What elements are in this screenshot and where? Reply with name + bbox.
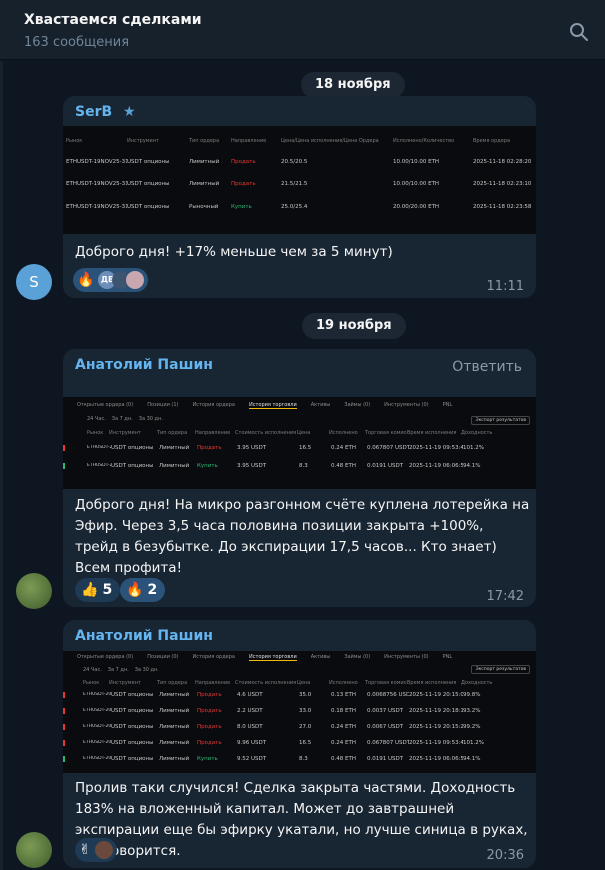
table-header: Рынок Инструмент Тип ордера Направление … (87, 430, 493, 436)
message-bubble[interactable]: Анатолий Пашин Ответить Открытые ордера … (63, 349, 536, 607)
table-row: ETHUSDT-19NOV25-3100-C USDT опционы Рыно… (66, 204, 532, 210)
sender-name[interactable]: Анатолий Пашин (75, 357, 213, 373)
reply-button[interactable]: Ответить (452, 359, 522, 375)
table-row: ETHUSDT-20NOV25-2915-P USDT опционы Лими… (63, 740, 536, 746)
message-bubble[interactable]: Анатолий Пашин Открытые ордера (0) Позиц… (63, 620, 536, 868)
reaction-fire[interactable]: 🔥 ДВ (73, 268, 149, 292)
table-header: Рынок Инструмент Тип ордера Направление … (66, 138, 511, 144)
message-text: Доброго дня! На микро разгонном счёте ку… (75, 497, 530, 576)
reaction-fire[interactable]: 🔥 2 (120, 578, 166, 602)
reaction-count: 5 (102, 582, 113, 598)
table-row: ETHUSDT-19NOV25-3100-C USDT опционы Лими… (66, 181, 532, 187)
thumbs-up-emoji-icon: 👍 (81, 582, 99, 598)
screenshot-filters: 24 Час. За 7 дн. За 30 дн. (83, 667, 159, 673)
avatar[interactable] (16, 573, 52, 609)
reaction-thumbs-up[interactable]: 👍 5 (75, 578, 121, 602)
table-row: ETHUSDT-20NOV25-2915-P USDT опционы Лими… (63, 708, 536, 714)
reaction-count: 2 (147, 582, 158, 598)
search-icon[interactable] (569, 22, 589, 42)
avatar[interactable]: S (16, 264, 52, 300)
table-row: ETHUSDT-20NOV25-2915-P USDT опционы Лими… (63, 756, 536, 762)
reaction-victory[interactable]: ✌ (75, 838, 117, 862)
message-time: 20:36 (486, 848, 524, 863)
date-separator: 18 ноября (301, 72, 405, 98)
table-row: ETHUSDT-20NOV25-2915-P USDT опционы Лими… (63, 724, 536, 730)
table-row: ETHUSDT-19NOV25-3100-C USDT опционы Лими… (66, 159, 532, 165)
left-rail (0, 61, 3, 870)
message-time: 17:42 (486, 589, 524, 604)
victory-emoji-icon: ✌ (79, 842, 91, 858)
trade-screenshot[interactable]: Рынок Инструмент Тип ордера Направление … (63, 126, 536, 234)
table-row: ETHUSDT-20NOV25-2915-P USDT опционы Лими… (63, 692, 536, 698)
trade-screenshot[interactable]: Открытые ордера (0) Позиции (0) История … (63, 651, 536, 773)
screenshot-tabs: Открытые ордера (0) Позиции (1) История … (77, 402, 453, 409)
member-count: 163 сообщения (24, 35, 130, 50)
screenshot-tabs: Открытые ордера (0) Позиции (0) История … (77, 654, 453, 661)
message-text: Доброго дня! +17% меньше чем за 5 минут) (75, 244, 393, 260)
chat-title: Хвастаемся сделками (24, 12, 202, 28)
avatar[interactable] (16, 832, 52, 868)
message-bubble[interactable]: SerB ★ Рынок Инструмент Тип ордера Напра… (63, 96, 536, 298)
message-text: Пролив таки случился! Сделка закрыта час… (75, 780, 528, 859)
sender-name[interactable]: Анатолий Пашин (75, 628, 213, 644)
date-separator: 19 ноября (302, 313, 406, 339)
screenshot-filters: 24 Час. За 7 дн. За 30 дн. (87, 416, 163, 422)
message-time: 11:11 (486, 279, 524, 294)
table-row: ETHUSDT-20NOV25-3300-P USDT опционы Лими… (63, 445, 536, 451)
chat-header[interactable]: Хвастаемся сделками 163 сообщения (0, 0, 605, 60)
reactor-avatar (126, 271, 145, 289)
fire-emoji-icon: 🔥 (126, 582, 144, 598)
sender-name[interactable]: SerB ★ (75, 104, 136, 120)
table-header: Рынок Инструмент Тип ордера Направление … (83, 680, 493, 686)
reactor-avatar (94, 841, 113, 859)
fire-emoji-icon: 🔥 (77, 272, 95, 288)
star-icon: ★ (123, 104, 136, 120)
table-row: ETHUSDT-20NOV25-3300-P USDT опционы Лими… (63, 463, 536, 469)
trade-screenshot[interactable]: Открытые ордера (0) Позиции (1) История … (63, 397, 536, 489)
